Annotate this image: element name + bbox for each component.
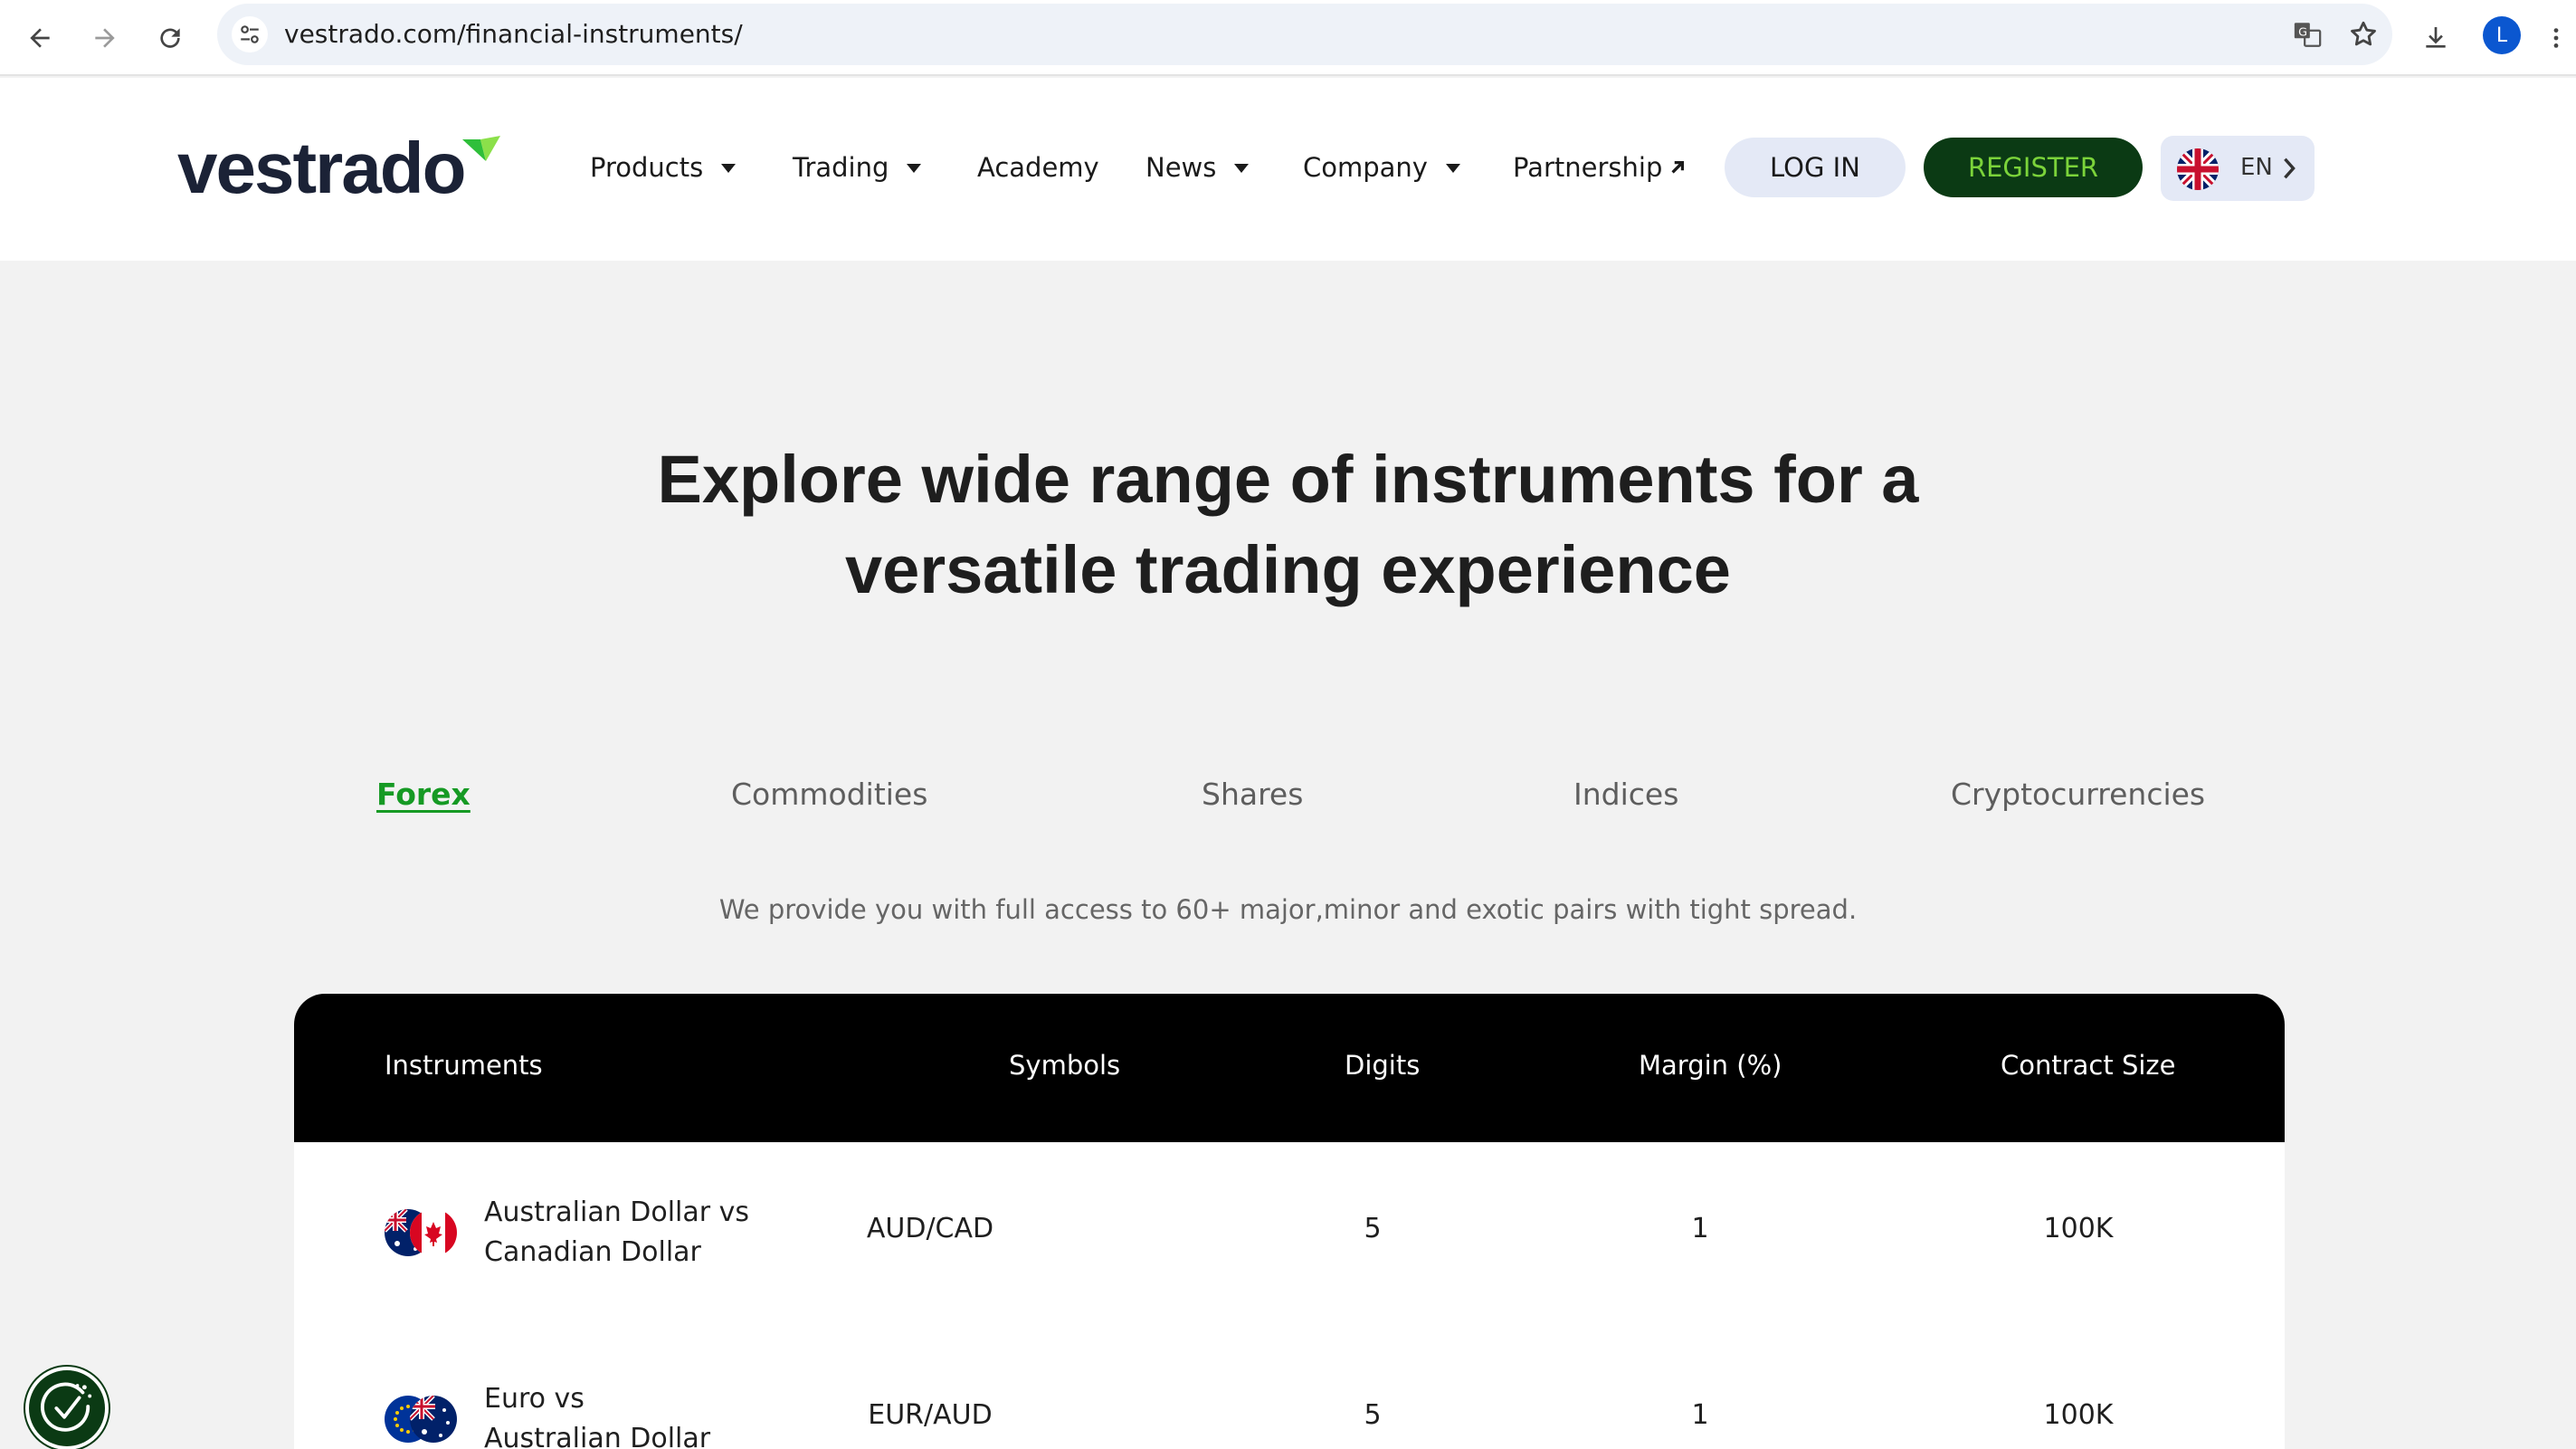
instrument-name: Euro vs Australian Dollar [484,1379,710,1449]
contract-size-cell: 100K [2043,1213,2114,1244]
tab-shares[interactable]: Shares [1202,777,1303,812]
bookmark-button[interactable] [2345,16,2381,52]
digits-cell: 5 [1364,1213,1382,1244]
instrument-name: Australian Dollar vs Canadian Dollar [484,1193,749,1273]
site-header: vestrado Products Trading Academy News C… [0,78,2576,261]
nav-products[interactable]: Products [590,152,737,183]
tune-icon [241,25,259,43]
register-button[interactable]: REGISTER [1924,138,2143,197]
table-row: Australian Dollar vs Canadian Dollar AUD… [294,1142,2285,1329]
forward-arrow-icon [95,28,115,48]
forward-button[interactable] [83,16,127,60]
contract-size-cell: 100K [2043,1399,2114,1431]
symbol-cell: AUD/CAD [866,1213,994,1244]
vestrado-logo[interactable]: vestrado [177,132,504,205]
page-title-line-2: versatile trading experience [845,532,1731,607]
table-row: Euro vs Australian Dollar EUR/AUD 5 1 10… [294,1329,2285,1449]
tab-indices[interactable]: Indices [1573,777,1678,812]
logo-wordmark: vestrado [177,128,466,208]
chevron-right-icon [2284,157,2296,179]
currency-pair-flags [385,1396,457,1443]
nav-news-label: News [1145,152,1217,183]
nav-academy-label: Academy [977,152,1099,183]
tab-forex[interactable]: Forex [376,777,471,812]
instrument-name-line-1: Euro vs [484,1383,585,1415]
nav-partnership[interactable]: Partnership [1513,152,1689,183]
back-arrow-icon [30,28,50,48]
nav-academy[interactable]: Academy [977,152,1099,183]
download-icon [2426,27,2446,48]
back-button[interactable] [18,16,62,60]
margin-cell: 1 [1691,1399,1709,1431]
caret-down-icon [907,164,922,173]
nav-trading[interactable]: Trading [793,152,922,183]
nav-products-label: Products [590,152,704,183]
address-bar[interactable]: vestrado.com/financial-instruments/ G [217,4,2392,65]
reload-icon [160,28,180,48]
caret-down-icon [1445,164,1460,173]
cookie-check-icon [40,1382,92,1432]
symbol-cell: EUR/AUD [868,1399,993,1431]
language-code: EN [2240,154,2273,181]
margin-cell: 1 [1691,1213,1709,1244]
browser-menu-button[interactable] [2543,16,2570,60]
profile-avatar[interactable]: L [2483,16,2521,54]
page-title-line-1: Explore wide range of instruments for a [657,442,1919,517]
header-symbols: Symbols [1009,1050,1121,1081]
table-header: Instruments Symbols Digits Margin (%) Co… [294,994,2285,1142]
header-digits: Digits [1345,1050,1421,1081]
page-title: Explore wide range of instruments for a … [0,434,2576,615]
instrument-name-line-2: Canadian Dollar [484,1236,701,1268]
cookie-consent-button[interactable] [25,1367,109,1449]
header-instruments: Instruments [385,1050,543,1081]
currency-pair-flags [385,1209,457,1256]
svg-text:G: G [2298,25,2307,39]
nav-news[interactable]: News [1145,152,1250,183]
uk-flag-icon [2177,148,2219,190]
tab-description: We provide you with full access to 60+ m… [718,894,1858,925]
instruments-table: Instruments Symbols Digits Margin (%) Co… [294,994,2285,1449]
downloads-button[interactable] [2414,16,2457,60]
login-button[interactable]: LOG IN [1725,138,1906,197]
star-icon [2351,21,2376,46]
header-contract-size: Contract Size [2001,1050,2176,1081]
header-margin: Margin (%) [1639,1050,1782,1081]
language-selector[interactable]: EN [2161,136,2315,201]
digits-cell: 5 [1364,1399,1382,1431]
nav-company-label: Company [1303,152,1428,183]
site-info-button[interactable] [232,16,268,52]
reload-button[interactable] [148,16,192,60]
caret-down-icon [721,164,737,173]
url-text[interactable]: vestrado.com/financial-instruments/ [284,19,743,49]
tab-cryptocurrencies[interactable]: Cryptocurrencies [1951,777,2205,812]
external-arrow-icon [1671,160,1685,174]
kebab-menu-icon [2553,28,2559,48]
nav-company[interactable]: Company [1303,152,1460,183]
instrument-name-line-1: Australian Dollar vs [484,1196,750,1228]
translate-button[interactable]: G [2289,16,2325,52]
browser-toolbar: vestrado.com/financial-instruments/ G L [0,0,2576,76]
caret-down-icon [1234,164,1250,173]
instrument-name-line-2: Australian Dollar [484,1423,711,1449]
nav-partnership-label: Partnership [1513,152,1663,183]
translate-icon: G [2294,23,2322,47]
nav-trading-label: Trading [793,152,889,183]
logo-leaf-icon [462,136,501,161]
tab-commodities[interactable]: Commodities [731,777,927,812]
